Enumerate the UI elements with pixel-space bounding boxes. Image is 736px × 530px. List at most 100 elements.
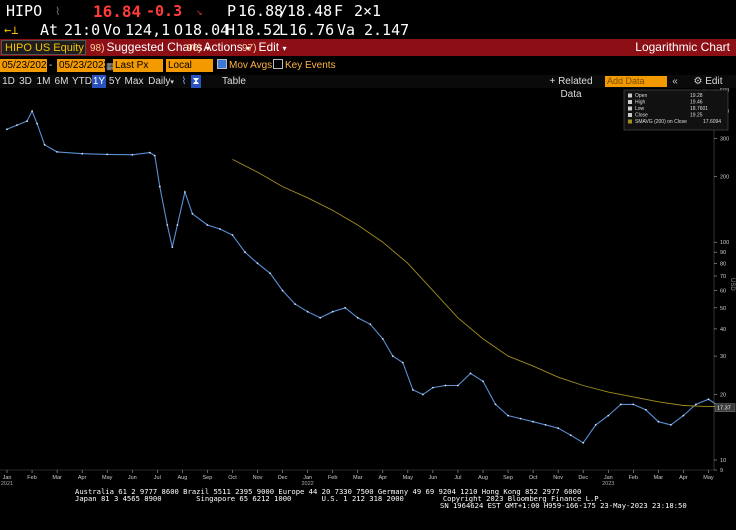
start-date-field[interactable]: 05/23/2022 bbox=[0, 59, 52, 72]
at-label: At bbox=[40, 21, 59, 39]
line-chart-icon[interactable]: ⌇ bbox=[178, 75, 190, 88]
price-chart[interactable]: 5004003002001009080706050403020109USD17.… bbox=[0, 88, 736, 530]
y-tick-label: 300 bbox=[720, 136, 729, 142]
currency-select[interactable]: Local CCY bbox=[166, 59, 213, 84]
end-date-field[interactable]: 05/23/2023 bbox=[57, 59, 109, 72]
x-tick-label: Jun bbox=[128, 475, 137, 481]
actions-num: 96) bbox=[187, 43, 202, 54]
price-point bbox=[344, 306, 347, 309]
mov-avgs-toggle[interactable]: Mov Avgs bbox=[217, 58, 272, 74]
collapse-icon[interactable]: « bbox=[670, 75, 680, 88]
period-max[interactable]: Max bbox=[124, 75, 144, 88]
x-tick-label: Feb bbox=[328, 475, 337, 481]
x-tick-label: Jul bbox=[454, 475, 461, 481]
y-tick-label: 40 bbox=[720, 327, 726, 333]
y-axis: 5004003002001009080706050403020109USD17.… bbox=[714, 88, 736, 474]
period-ytd[interactable]: YTD bbox=[72, 75, 92, 88]
x-tick-label: Apr bbox=[78, 475, 87, 481]
x-tick-label: Mar bbox=[353, 475, 363, 481]
price-point bbox=[544, 424, 547, 426]
price-point bbox=[231, 234, 234, 236]
caret-down-icon: ▾ bbox=[282, 44, 287, 53]
x-tick-label: Nov bbox=[253, 475, 263, 481]
bid-value: 16.88 bbox=[238, 2, 284, 20]
low-value: 16.76 bbox=[289, 21, 335, 39]
edit-chart-button[interactable]: ⚙ Edit Chart bbox=[681, 75, 735, 100]
period-3d[interactable]: 3D bbox=[18, 75, 33, 88]
y-tick-label: 90 bbox=[720, 250, 726, 256]
period-5y[interactable]: 5Y bbox=[108, 75, 122, 88]
f-label: F bbox=[334, 2, 344, 20]
period-bar: 1D 3D 1M 6M YTD 1Y 5Y Max Daily▾ ⌇ ⧗ Tab… bbox=[0, 75, 736, 100]
period-1y[interactable]: 1Y bbox=[92, 75, 106, 88]
legend-entry-value: 19.46 bbox=[690, 100, 703, 106]
period-1m[interactable]: 1M bbox=[36, 75, 51, 88]
x-tick-label: Jul bbox=[154, 475, 161, 481]
legend-swatch bbox=[628, 119, 632, 124]
legend-entry-name: Open bbox=[635, 93, 647, 99]
y-tick-label: 50 bbox=[720, 306, 726, 312]
suggested-num: 98) bbox=[90, 43, 105, 54]
quote-row-1: HIPO ⌇ 16.84 -0.3 ↘ P 16.88 / 18.48 F 2×… bbox=[0, 2, 736, 21]
price-point bbox=[670, 424, 672, 426]
price-field-select[interactable]: Last Px bbox=[113, 59, 163, 72]
legend-swatch bbox=[628, 106, 632, 111]
value-amount: 2.147 bbox=[364, 21, 410, 39]
price-point bbox=[206, 224, 209, 226]
price-point bbox=[148, 151, 151, 154]
price-change: -0.3 bbox=[146, 2, 183, 20]
legend-swatch bbox=[628, 113, 632, 117]
related-data-button[interactable]: + Related Data bbox=[540, 75, 602, 100]
price-point bbox=[306, 310, 309, 313]
candle-chart-icon[interactable]: ⧗ bbox=[191, 75, 201, 88]
footer-line-3: SN 1964624 EST GMT+1:00 H959-166-175 23-… bbox=[440, 501, 687, 510]
period-1d[interactable]: 1D bbox=[2, 75, 15, 88]
price-point bbox=[369, 323, 372, 326]
price-point bbox=[281, 289, 284, 292]
price-point bbox=[269, 272, 271, 275]
add-data-input[interactable]: Add Data bbox=[605, 76, 667, 87]
price-point bbox=[695, 403, 697, 406]
price-point bbox=[594, 424, 597, 426]
actions-button[interactable]: 96) Actions ▾ bbox=[187, 39, 250, 57]
price-point bbox=[519, 417, 522, 420]
settings-icon: ⚙ bbox=[693, 76, 706, 87]
price-point bbox=[6, 128, 8, 131]
frequency-label: Daily bbox=[148, 76, 171, 87]
checkbox-unchecked-icon[interactable] bbox=[273, 59, 283, 69]
size-value: 2×1 bbox=[354, 2, 382, 20]
edit-button[interactable]: 97) Edit ▾ bbox=[242, 39, 287, 57]
price-point bbox=[131, 153, 134, 156]
checkbox-checked-icon[interactable] bbox=[217, 59, 227, 69]
ticker[interactable]: HIPO bbox=[6, 2, 42, 21]
prev-label: P bbox=[227, 2, 237, 20]
legend-entry-value: 19.28 bbox=[690, 93, 703, 99]
price-point bbox=[31, 110, 33, 112]
period-6m[interactable]: 6M bbox=[54, 75, 69, 88]
price-point bbox=[16, 124, 18, 126]
spark-icon: ⌇ bbox=[55, 5, 61, 18]
table-button[interactable]: Table bbox=[221, 75, 247, 88]
legend-swatch bbox=[628, 93, 632, 98]
security-input[interactable]: HIPO US Equity bbox=[1, 40, 86, 55]
x-tick-label: Sep bbox=[203, 475, 213, 481]
actions-label: Actions bbox=[203, 40, 243, 54]
open-label: O bbox=[174, 21, 184, 39]
price-point bbox=[682, 414, 685, 417]
price-point bbox=[43, 143, 46, 146]
x-tick-label: Dec bbox=[278, 475, 288, 481]
price-point bbox=[319, 316, 322, 319]
key-events-toggle[interactable]: Key Events bbox=[273, 58, 336, 74]
price-point bbox=[153, 154, 156, 157]
x-tick-label: May bbox=[403, 475, 414, 481]
price-point bbox=[432, 386, 434, 389]
frequency-select[interactable]: Daily▾ bbox=[146, 75, 176, 88]
x-tick-label: Feb bbox=[27, 475, 36, 481]
x-tick-label: May bbox=[703, 475, 714, 481]
price-point bbox=[184, 191, 186, 193]
legend-entry-name: Close bbox=[635, 113, 648, 119]
price-point bbox=[619, 403, 622, 406]
price-point bbox=[444, 384, 447, 387]
x-tick-label: Mar bbox=[654, 475, 664, 481]
x-tick-label: Oct bbox=[529, 475, 538, 481]
